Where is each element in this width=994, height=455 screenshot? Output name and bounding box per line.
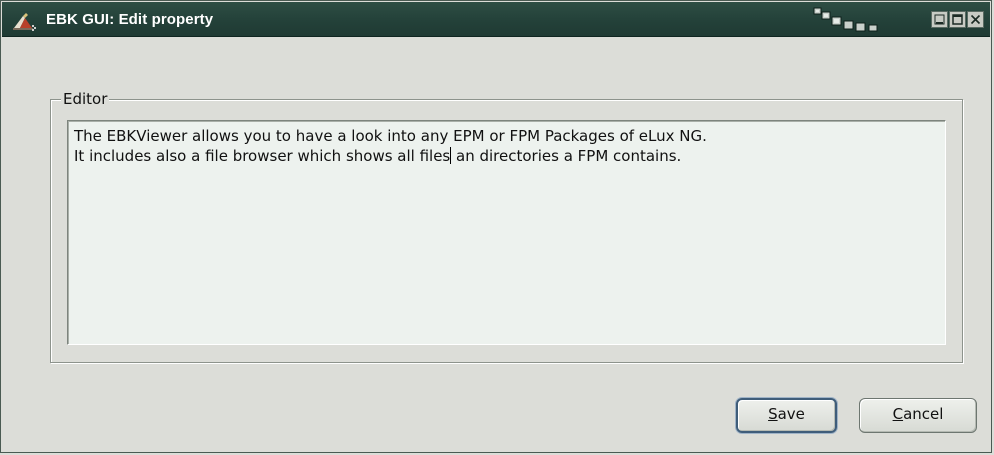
- editor-text-segment: It includes also a file browser which sh…: [74, 147, 451, 165]
- save-mnemonic: S: [768, 405, 778, 423]
- cancel-button[interactable]: Cancel: [859, 398, 977, 433]
- editor-group-legend: Editor: [61, 89, 110, 109]
- editor-text-line: It includes also a file browser which sh…: [74, 146, 939, 166]
- maximize-icon[interactable]: [949, 11, 966, 28]
- edit-property-dialog: EBK GUI: Edit property Editor The EBKVie…: [0, 0, 992, 453]
- close-icon[interactable]: [967, 11, 984, 28]
- editor-text-segment: The EBKViewer allows you to have a look …: [74, 127, 707, 145]
- window-controls: [931, 11, 984, 29]
- title-bar[interactable]: EBK GUI: Edit property: [2, 2, 990, 37]
- save-button[interactable]: Save: [736, 398, 837, 433]
- cancel-label-rest: ancel: [903, 405, 944, 423]
- window-title: EBK GUI: Edit property: [46, 11, 214, 28]
- cancel-mnemonic: C: [892, 405, 904, 423]
- editor-text-segment: an directories a FPM contains.: [451, 147, 682, 165]
- windows-cascade-icon: [812, 7, 892, 33]
- property-text-editor[interactable]: The EBKViewer allows you to have a look …: [67, 120, 946, 345]
- minimize-icon[interactable]: [931, 11, 948, 28]
- editor-text-line: The EBKViewer allows you to have a look …: [74, 126, 939, 146]
- ebk-app-icon[interactable]: [12, 10, 38, 32]
- save-label-rest: ave: [777, 405, 805, 423]
